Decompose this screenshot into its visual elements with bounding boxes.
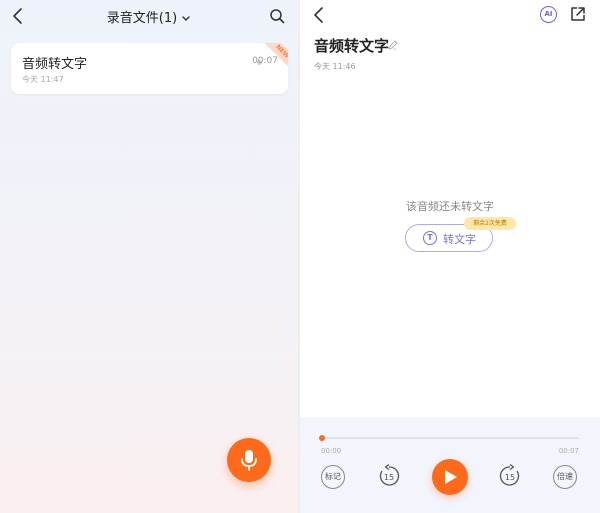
free-uses-badge: 剩余2次免费 xyxy=(464,217,516,230)
text-t-icon: T xyxy=(423,231,437,245)
audio-player: 00:00 00:07 标记 15 15 倍速 xyxy=(300,417,600,513)
pencil-icon[interactable] xyxy=(388,40,398,50)
current-time: 00:00 xyxy=(321,447,342,455)
empty-transcript-message: 该音频还未转文字 xyxy=(406,200,494,213)
chevron-down-icon xyxy=(182,15,190,21)
ai-assistant-icon[interactable]: AI xyxy=(540,6,557,23)
rewind-15-icon[interactable]: 15 xyxy=(376,463,402,489)
progress-track[interactable] xyxy=(321,437,579,439)
progress-knob[interactable] xyxy=(319,435,325,441)
rewind-label: 15 xyxy=(384,473,394,482)
recording-time: 今天 11:47 xyxy=(22,75,64,84)
transcribe-label: 转文字 xyxy=(443,233,476,246)
recording-name: 音频转文字 xyxy=(22,57,88,72)
forward-15-icon[interactable]: 15 xyxy=(497,463,523,489)
play-button[interactable] xyxy=(432,459,468,495)
record-button[interactable] xyxy=(227,438,271,482)
recording-date: 今天 11:46 xyxy=(314,62,356,71)
recordings-list-screen: 录音文件(1) 音频转文字 今天 11:47 00:07 NEW xyxy=(0,0,298,513)
folder-title: 录音文件(1) xyxy=(106,11,178,26)
search-icon[interactable] xyxy=(269,8,285,24)
forward-label: 15 xyxy=(505,473,515,482)
total-time: 00:07 xyxy=(558,447,579,455)
recording-duration: 00:07 xyxy=(252,56,278,66)
speed-button[interactable]: 倍速 xyxy=(553,465,577,489)
share-icon[interactable] xyxy=(570,6,586,22)
recording-title: 音频转文字 xyxy=(314,37,390,55)
back-arrow-icon[interactable] xyxy=(311,6,327,24)
recording-list-item[interactable]: 音频转文字 今天 11:47 00:07 NEW xyxy=(11,43,288,94)
folder-title-dropdown[interactable]: 录音文件(1) xyxy=(0,7,298,26)
mark-button[interactable]: 标记 xyxy=(321,465,345,489)
recording-detail-screen: AI 音频转文字 今天 11:46 该音频还未转文字 T 转文字 剩余2次免费 … xyxy=(300,0,600,513)
play-icon xyxy=(445,470,457,484)
microphone-icon xyxy=(241,450,257,471)
